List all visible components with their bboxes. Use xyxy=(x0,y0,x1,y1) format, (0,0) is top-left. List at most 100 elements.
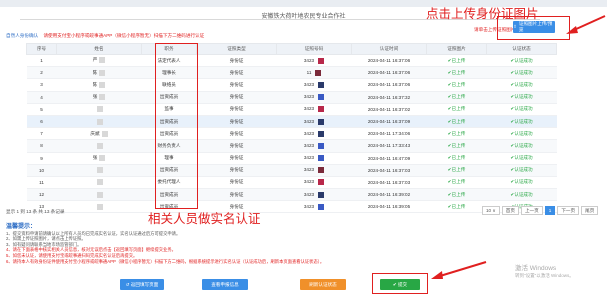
cell-id-photo-text: ✔已上传 xyxy=(447,167,466,173)
current-page[interactable]: 1 xyxy=(544,206,556,215)
cell-id-type: 身份证 xyxy=(196,164,277,177)
cell-name: 陈 xyxy=(56,66,142,80)
redacted-id-block xyxy=(318,191,325,198)
cell-id-type-text: 身份证 xyxy=(229,118,244,124)
cell-id-photo: ✔已上传 xyxy=(426,66,487,80)
arrow-to-submit xyxy=(431,261,487,279)
col-verify-status[interactable]: 认证状态 xyxy=(486,43,557,55)
cell-verify-time-text: 2024-04-11 16:37:06 xyxy=(367,58,411,64)
cell-no-text: 5 xyxy=(40,106,43,112)
cell-id-photo: ✔已上传 xyxy=(426,152,487,165)
cell-id-number-text: 3423 xyxy=(303,94,315,100)
cell-verify-status-text: ✔认证成功 xyxy=(510,118,533,124)
cell-verify-status: ✔认证成功 xyxy=(486,127,557,141)
prev-page-button[interactable]: 上一页 xyxy=(520,206,543,215)
col-id-type[interactable]: 证照类型 xyxy=(196,43,277,55)
cell-verify-status: ✔认证成功 xyxy=(486,66,557,80)
table-row[interactable]: 6 出资成员 身份证 3423 2024-04-11 16:37:09 ✔已上传 ✔认证成功 xyxy=(26,115,557,129)
cell-id-photo: ✔已上传 xyxy=(426,54,487,68)
redacted-name xyxy=(97,203,103,210)
cell-id-number: 3423 xyxy=(276,188,352,202)
redacted-id-block xyxy=(318,167,325,174)
cell-id-type-text: 身份证 xyxy=(229,167,244,173)
col-name[interactable]: 姓名 xyxy=(56,43,142,55)
redacted-name xyxy=(99,81,106,88)
cell-verify-time: 2024-04-11 16:37:06 xyxy=(351,66,427,80)
page-size-select[interactable]: 10 ∨ xyxy=(482,206,500,215)
cell-verify-time-text: 2024-04-11 16:37:03 xyxy=(367,167,411,173)
cell-verify-status-text: ✔认证成功 xyxy=(510,57,533,63)
col-verify-time[interactable]: 认证时间 xyxy=(351,43,427,55)
table-row[interactable]: 3 陈联络员 身份证 3423 2024-04-11 16:37:06 ✔已上传 ✔认证成功 xyxy=(26,78,557,92)
cell-id-number: 3423 xyxy=(276,139,352,153)
cell-verify-time: 2024-04-11 16:37:06 xyxy=(351,78,427,92)
cell-id-photo-text: ✔已上传 xyxy=(447,57,466,63)
cell-id-photo-text: ✔已上传 xyxy=(447,94,466,100)
redacted-id-block xyxy=(318,179,325,186)
col-id-number[interactable]: 证照号码 xyxy=(276,43,352,55)
cell-name xyxy=(56,164,142,177)
cell-verify-time: 2024-04-11 16:37:06 xyxy=(351,54,427,68)
cell-id-number-text: 3423 xyxy=(303,155,315,161)
table-row[interactable]: 11 委托代理人 身份证 3423 2024-04-11 16:37:03 ✔已上传 ✔认证… xyxy=(26,176,557,190)
cell-no-text: 1 xyxy=(40,58,43,64)
cell-id-photo-text: ✔已上传 xyxy=(447,118,466,124)
table-row[interactable]: 10 出资成员 身份证 3423 2024-04-11 16:37:03 ✔已上传 ✔认证成… xyxy=(26,164,557,177)
redacted-name xyxy=(97,179,103,186)
cell-verify-time: 2024-04-11 16:39:02 xyxy=(351,188,427,202)
cell-verify-status-text: ✔认证成功 xyxy=(510,69,533,75)
cell-id-number-text: 3423 xyxy=(303,82,315,88)
cell-verify-time-text: 2024-04-11 16:37:06 xyxy=(367,82,411,88)
table-row[interactable]: 2 陈理事长 身份证 11 2024-04-11 16:37:06 ✔已上传 ✔认证成功 xyxy=(26,66,557,80)
first-page-button[interactable]: 首页 xyxy=(501,206,519,215)
cell-verify-time: 2024-04-11 17:33:43 xyxy=(351,139,427,153)
cell-no-text: 2 xyxy=(40,70,43,76)
next-page-button[interactable]: 下一页 xyxy=(557,206,580,215)
redacted-id-block xyxy=(318,106,325,113)
cell-no-text: 11 xyxy=(39,179,44,185)
col-no[interactable]: 序号 xyxy=(26,43,57,55)
table-row[interactable]: 8 财务负责人 身份证 3423 2024-04-11 17:33:43 ✔已上传 ✔认证成… xyxy=(26,139,557,153)
cell-id-type-text: 身份证 xyxy=(229,106,244,112)
cell-verify-status: ✔认证成功 xyxy=(486,152,557,165)
cell-no-text: 10 xyxy=(38,167,45,173)
table-row[interactable]: 5 监事 身份证 3423 2024-04-11 16:37:02 ✔已上传 ✔认证成功 xyxy=(26,103,557,116)
cell-id-photo-text: ✔已上传 xyxy=(447,106,466,112)
scan-qr-instruction: 请使用支付宝小程序或皖事通APP（微信小程序暂无）扫描下方二维码进行认证 xyxy=(43,33,205,38)
cell-id-number-text: 3423 xyxy=(303,143,315,149)
cell-no-text: 6 xyxy=(40,119,43,125)
cell-id-type-text: 身份证 xyxy=(229,155,244,161)
table-row[interactable]: 13出资成员身份证34232024-04-11 16:39:05✔已上传✔认证成… xyxy=(26,200,557,214)
col-id-photo[interactable]: 证照图片 xyxy=(426,43,487,55)
redacted-id-block xyxy=(318,81,325,88)
back-to-form-button[interactable]: ↺ 返回填写页面 xyxy=(120,279,164,290)
cell-id-type: 身份证 xyxy=(196,103,277,116)
cell-no: 10 xyxy=(26,164,57,177)
redacted-name xyxy=(99,94,106,101)
cell-id-photo: ✔已上传 xyxy=(426,188,487,202)
table-row[interactable]: 9 张理事 身份证 3423 2024-04-11 16:47:09 ✔已上传 ✔认证成功 xyxy=(26,152,557,165)
table-row[interactable]: 7 庆斌 出资成员 身份证 3423 2024-04-11 17:34:06 ✔已上传 ✔认证… xyxy=(26,127,557,141)
redacted-name xyxy=(97,167,103,174)
redacted-name xyxy=(97,191,103,198)
cell-id-photo: ✔已上传 xyxy=(426,164,487,177)
view-declaration-button[interactable]: 查看申报信息 xyxy=(202,279,248,290)
table-row[interactable]: 4 张出资成员 身份证 3423 2024-04-11 16:37:32 ✔已上传 ✔认证成… xyxy=(26,91,557,104)
table-row[interactable]: 12 出资成员 身份证 3423 2024-04-11 16:39:02 ✔已上传 ✔认证成… xyxy=(26,188,557,202)
cell-id-type-text: 身份证 xyxy=(229,69,244,75)
natural-person-link[interactable]: 自然人身份确认 xyxy=(6,33,38,38)
cell-verify-time-text: 2024-04-11 17:34:06 xyxy=(367,131,411,137)
pagination: 10 ∨ 首页 上一页 1 下一页 尾页 xyxy=(482,206,599,215)
highlight-role-column xyxy=(155,43,198,209)
refresh-status-button[interactable]: 刷新认证状态 xyxy=(300,279,346,290)
cell-id-number: 11 xyxy=(276,66,352,80)
highlight-submit-box xyxy=(372,273,428,294)
cell-verify-status-text: ✔认证成功 xyxy=(510,94,533,100)
cell-id-type-text: 身份证 xyxy=(229,130,244,136)
last-page-button[interactable]: 尾页 xyxy=(581,206,599,215)
cell-id-number: 3423 xyxy=(276,78,352,92)
cell-verify-status-text: ✔认证成功 xyxy=(510,179,533,185)
cell-id-number: 3423 xyxy=(276,91,352,104)
cell-name xyxy=(56,200,142,214)
table-row[interactable]: 1 严法定代表人 身份证 3423 2024-04-11 16:37:06 ✔已上传 ✔认证… xyxy=(26,54,557,68)
